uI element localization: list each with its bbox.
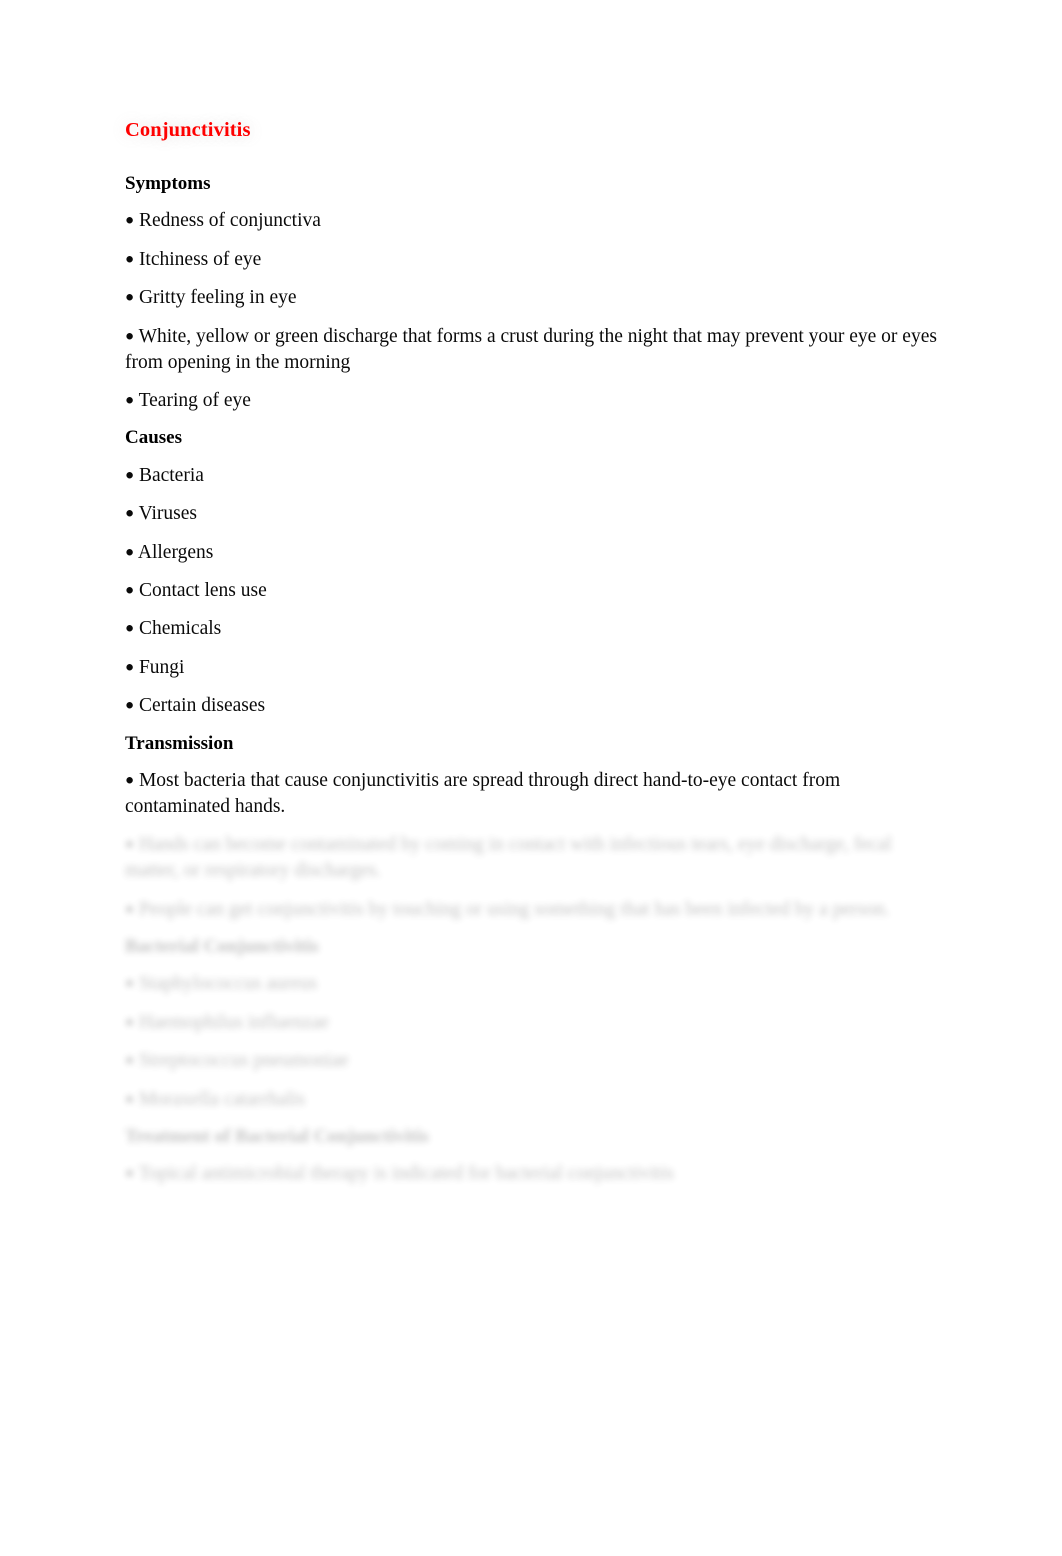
list-item: ● Redness of conjunctiva — [125, 208, 937, 234]
list-item-label: Hands can become contaminated by coming … — [125, 834, 892, 882]
bullet-icon: ● — [125, 836, 135, 853]
obscured-content-region: ● Hands can become contaminated by comin… — [125, 832, 937, 1187]
list-item: ● People can get conjunctivitis by touch… — [125, 897, 937, 923]
section-heading-causes: Causes — [125, 427, 183, 449]
list-item-label: Allergens — [137, 541, 214, 563]
list-item: ● Chemicals — [125, 616, 937, 642]
bullet-icon: ● — [125, 251, 135, 268]
list-item-label: Topical antimicrobial therapy is indicat… — [138, 1163, 674, 1185]
list-item: ● Contact lens use — [125, 578, 937, 604]
list-item-label: Contact lens use — [138, 579, 267, 601]
section-heading-treatment: Treatment of Bacterial Conjunctivitis — [125, 1125, 429, 1147]
bullet-icon: ● — [125, 1091, 135, 1108]
bullet-icon: ● — [125, 1052, 135, 1069]
list-item: ● Fungi — [125, 655, 937, 681]
bullet-icon: ● — [125, 505, 135, 522]
list-item: ● Haemophilus influenzae — [125, 1010, 937, 1036]
list-item: ● Allergens — [125, 540, 937, 566]
list-item-label: Bacteria — [138, 464, 204, 486]
list-item: ● Tearing of eye — [125, 388, 937, 414]
list-item: ● Moraxella catarrhalis — [125, 1087, 937, 1113]
list-item: ● Staphylococcus aureus — [125, 971, 937, 997]
list-item-label: Chemicals — [138, 618, 222, 640]
list-item: ● Bacteria — [125, 463, 937, 489]
bullet-icon: ● — [125, 289, 135, 306]
list-item: ● Gritty feeling in eye — [125, 285, 937, 311]
list-item-label: Viruses — [138, 503, 197, 525]
list-item: ● Certain diseases — [125, 693, 937, 719]
section-heading-symptoms: Symptoms — [125, 173, 211, 195]
list-item-label: People can get conjunctivitis by touchin… — [138, 898, 890, 920]
list-item-label: Fungi — [138, 656, 185, 678]
section-heading-transmission: Transmission — [125, 732, 234, 754]
document-page: Conjunctivitis Symptoms ● Redness of con… — [0, 0, 1062, 1556]
list-item-label: White, yellow or green discharge that fo… — [125, 325, 937, 373]
list-item-label: Itchiness of eye — [138, 248, 262, 270]
list-item-label: Haemophilus influenzae — [138, 1011, 329, 1033]
page-title: Conjunctivitis — [125, 119, 251, 141]
bullet-icon: ● — [125, 975, 135, 992]
list-item: ● Most bacteria that cause conjunctiviti… — [125, 768, 937, 820]
bullet-icon: ● — [125, 1014, 135, 1031]
bullet-icon: ● — [125, 1165, 135, 1182]
bullet-icon: ● — [125, 772, 135, 789]
bullet-icon: ● — [125, 620, 135, 637]
list-item-label: Gritty feeling in eye — [138, 287, 297, 309]
list-item-label: Staphylococcus aureus — [138, 973, 318, 995]
list-item: ● Viruses — [125, 501, 937, 527]
list-item-label: Most bacteria that cause conjunctivitis … — [125, 769, 841, 817]
bullet-icon: ● — [125, 901, 135, 918]
bullet-icon: ● — [125, 328, 135, 345]
list-item: ● Hands can become contaminated by comin… — [125, 832, 937, 884]
list-item-label: Moraxella catarrhalis — [138, 1088, 306, 1110]
list-item: ● Streptococcus pneumoniae — [125, 1048, 937, 1074]
bullet-icon: ● — [125, 467, 135, 484]
bullet-icon: ● — [125, 392, 135, 409]
list-item: ● Topical antimicrobial therapy is indic… — [125, 1161, 937, 1187]
section-heading-bacterial-conjunctivitis: Bacterial Conjunctivitis — [125, 936, 319, 958]
bullet-icon: ● — [125, 659, 135, 676]
page-title-row: Conjunctivitis — [125, 118, 937, 157]
list-item: ● Itchiness of eye — [125, 247, 937, 273]
list-item-label: Tearing of eye — [138, 390, 251, 412]
bullet-icon: ● — [125, 212, 135, 229]
list-item-label: Certain diseases — [138, 695, 266, 717]
document-body: Conjunctivitis Symptoms ● Redness of con… — [125, 118, 937, 1200]
bullet-icon: ● — [125, 697, 135, 714]
bullet-icon: ● — [125, 582, 135, 599]
list-item-label: Streptococcus pneumoniae — [138, 1050, 349, 1072]
list-item-label: Redness of conjunctiva — [138, 210, 321, 232]
list-item: ● White, yellow or green discharge that … — [125, 324, 937, 376]
bullet-icon: ● — [125, 544, 135, 561]
